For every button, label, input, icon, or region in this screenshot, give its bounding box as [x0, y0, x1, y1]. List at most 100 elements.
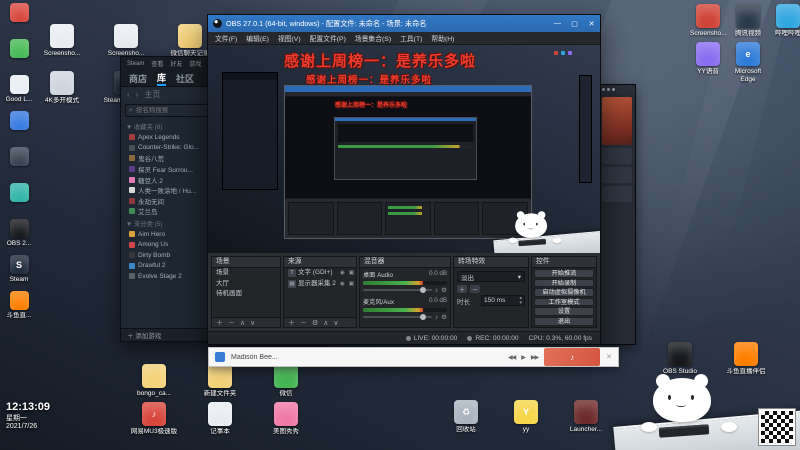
volume-slider[interactable] [363, 286, 432, 293]
desktop-icon[interactable]: 微信 [258, 364, 314, 398]
steam-nav-library[interactable]: 库 [157, 71, 167, 86]
desktop-icon[interactable]: 哔哩哔哩 [770, 4, 800, 38]
media-thumbnail[interactable]: ♪ [544, 348, 601, 366]
channel-gear-icon[interactable]: ⚙ [441, 313, 447, 321]
scene-item[interactable]: 场景 [212, 268, 280, 279]
maximize-button[interactable]: ▢ [566, 15, 583, 32]
slider-knob[interactable] [419, 286, 426, 293]
desktop-icon[interactable]: 美图秀秀 [258, 402, 314, 436]
desktop-icon[interactable]: 斗鱼直播伴侣 [718, 342, 774, 376]
source-properties-icon[interactable]: ⚙ [312, 319, 318, 327]
add-scene-icon[interactable]: ＋ [216, 318, 223, 328]
desktop-icon[interactable]: S Steam [2, 255, 36, 284]
speaker-icon[interactable]: ♪ [435, 314, 438, 321]
lock-toggle-icon[interactable]: ▣ [349, 268, 356, 279]
vertical-panel-item[interactable] [602, 167, 632, 183]
desktop-icon[interactable]: 记事本 [192, 402, 248, 436]
desktop-icon[interactable]: YY语音 [690, 42, 726, 83]
move-up-icon[interactable]: ∧ [323, 319, 328, 327]
channel-gear-icon[interactable]: ⚙ [441, 286, 447, 294]
stream-overlay-text-recursive-2: 感谢上周榜一：是养乐多啦 [335, 103, 408, 109]
desktop-icon[interactable]: 4K多开模式 [34, 71, 90, 105]
vertical-panel-item[interactable] [602, 186, 632, 202]
move-down-icon[interactable]: ∨ [250, 319, 255, 327]
desktop-icon[interactable]: bongo_ca... [126, 364, 182, 398]
desktop-icon[interactable]: 腾讯视频 [730, 4, 766, 38]
desktop-icon[interactable]: e Microsoft Edge [730, 42, 766, 83]
remove-scene-icon[interactable]: － [228, 318, 235, 328]
move-up-icon[interactable]: ∧ [240, 319, 245, 327]
vertical-panel-item[interactable] [602, 148, 632, 164]
add-transition-icon[interactable]: ＋ [457, 285, 467, 294]
previous-track-icon[interactable]: ◀◀ [508, 354, 516, 361]
source-item[interactable]: T 文字 (GDI+) ◉ ▣ [284, 268, 356, 279]
source-item[interactable]: ▤ 显示器采集 2 ◉ ▣ [284, 279, 356, 290]
obs-menu-item[interactable]: 视图(V) [278, 33, 301, 43]
spin-down-icon[interactable]: ▾ [519, 300, 522, 306]
desktop-icon[interactable] [2, 111, 36, 140]
obs-menu-item[interactable]: 场景集合(S) [355, 33, 391, 43]
remove-source-icon[interactable]: － [300, 318, 307, 328]
desktop-icon[interactable]: Y yy [498, 400, 554, 434]
visibility-toggle-icon[interactable]: ◉ [340, 268, 347, 279]
desktop-icon[interactable] [2, 3, 36, 32]
desktop-icon[interactable]: Screensho... [690, 4, 726, 38]
scene-item[interactable]: 大厅 [212, 279, 280, 290]
next-track-icon[interactable]: ▶▶ [531, 354, 539, 361]
desktop-icon[interactable] [2, 39, 36, 68]
desktop-icon[interactable]: ♻ 回收站 [438, 400, 494, 434]
obs-control-button[interactable]: 开始录制 [534, 278, 594, 288]
obs-preview-canvas[interactable]: 感谢上周榜一：是养乐多啦 感谢上周榜一：是养乐多啦 感谢上周榜一：是养乐多啦 [208, 45, 600, 253]
obs-menu-item[interactable]: 配置文件(P) [310, 33, 346, 43]
scene-item[interactable]: 待机画面 [212, 289, 280, 300]
desktop-icon[interactable]: OBS Studio [652, 342, 708, 376]
obs-titlebar[interactable]: OBS 27.0.1 (64-bit, windows) - 配置文件: 未命名… [208, 15, 600, 32]
desktop-icon[interactable]: OBS 2... [2, 219, 36, 248]
add-source-icon[interactable]: ＋ [288, 318, 295, 328]
lock-toggle-icon[interactable]: ▣ [349, 279, 356, 290]
slider-knob[interactable] [419, 313, 426, 320]
close-button[interactable]: ✕ [583, 15, 600, 32]
desktop-icon[interactable] [2, 183, 36, 212]
obs-control-button[interactable]: 退出 [534, 316, 594, 326]
close-icon[interactable]: ✕ [606, 353, 612, 361]
desktop-icon[interactable]: Good L... [2, 75, 36, 104]
media-popup-bar[interactable]: Madison Bee... ◀◀ ▶ ▶▶ ♪ ✕ [208, 347, 619, 367]
vertical-panel-window[interactable] [598, 84, 636, 345]
desktop-icon[interactable]: Screensho... [34, 24, 90, 65]
steam-home-label[interactable]: 主页 [144, 89, 160, 100]
desktop-icon[interactable]: 新建文件夹 [192, 364, 248, 398]
desktop-icon[interactable]: 斗鱼直... [2, 291, 36, 320]
desktop-icon-image [776, 4, 800, 28]
desktop-icon[interactable]: ♪ 网易MU3极速版 [126, 402, 182, 436]
steam-nav-store[interactable]: 商店 [129, 72, 147, 85]
transition-select[interactable]: 淡出 ▾ [457, 271, 525, 282]
steam-menu-item[interactable]: 好友 [170, 59, 182, 68]
visibility-toggle-icon[interactable]: ◉ [340, 279, 347, 290]
minimize-button[interactable]: — [549, 15, 566, 32]
obs-control-button[interactable]: 启动虚拟摄像机 [534, 288, 594, 297]
back-arrow-icon[interactable]: ‹ [127, 90, 130, 99]
move-down-icon[interactable]: ∨ [333, 319, 338, 327]
obs-menu-item[interactable]: 帮助(H) [431, 33, 454, 43]
remove-transition-icon[interactable]: － [470, 285, 480, 294]
forward-arrow-icon[interactable]: › [136, 90, 139, 99]
volume-slider[interactable] [363, 313, 432, 320]
desktop-icon[interactable]: Launcher... [558, 400, 614, 434]
speaker-icon[interactable]: ♪ [435, 287, 438, 294]
obs-menu-item[interactable]: 工具(T) [400, 33, 422, 43]
obs-control-button[interactable]: 工作室模式 [534, 297, 594, 307]
steam-menu-item[interactable]: 游戏 [189, 59, 201, 68]
obs-menu-item[interactable]: 编辑(E) [246, 33, 269, 43]
desktop-icon[interactable] [2, 147, 36, 176]
play-icon[interactable]: ▶ [521, 354, 526, 361]
steam-menu-item[interactable]: Steam [127, 61, 144, 67]
steam-nav-community[interactable]: 社区 [176, 72, 194, 85]
desktop-icon-image: e [736, 42, 760, 66]
obs-menu-item[interactable]: 文件(F) [215, 33, 237, 43]
duration-spinbox[interactable]: 150 ms ▴ ▾ [481, 295, 525, 306]
obs-control-button[interactable]: 开始推流 [534, 269, 594, 278]
obs-control-button[interactable]: 设置 [534, 307, 594, 316]
obs-window[interactable]: OBS 27.0.1 (64-bit, windows) - 配置文件: 未命名… [207, 14, 601, 345]
steam-menu-item[interactable]: 查看 [151, 59, 163, 68]
